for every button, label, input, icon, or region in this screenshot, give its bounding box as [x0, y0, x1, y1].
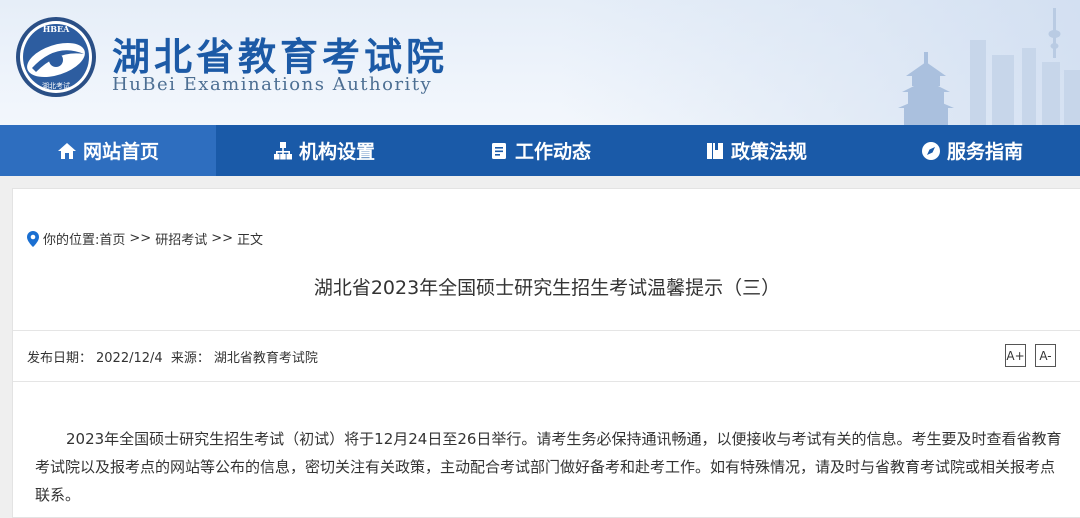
- header-banner: HBEA 湖北考试 湖北省教育考试院 HuBei Examinations Au…: [0, 0, 1080, 125]
- nav-item-label: 网站首页: [82, 141, 159, 163]
- site-subtitle: HuBei Examinations Authority: [112, 74, 433, 95]
- nav-item-label: 服务指南: [946, 141, 1023, 163]
- compass-icon: [921, 141, 940, 160]
- divider: [13, 330, 1080, 331]
- home-icon: [57, 142, 76, 159]
- breadcrumb-current: 正文: [237, 233, 264, 248]
- breadcrumb-separator: >>: [211, 231, 234, 246]
- nav-item-home[interactable]: 网站首页: [0, 125, 216, 176]
- site-title[interactable]: 湖北省教育考试院: [112, 26, 448, 81]
- breadcrumb-category-link[interactable]: 研招考试: [155, 229, 207, 248]
- hbea-logo-icon[interactable]: HBEA 湖北考试: [14, 14, 98, 100]
- nav-item-work-news[interactable]: 工作动态: [432, 125, 648, 176]
- article-body-paragraph: 2023年全国硕士研究生招生考试（初试）将于12月24日至26日举行。请考生务必…: [35, 430, 1062, 504]
- breadcrumb-prefix: 你的位置:: [43, 233, 100, 248]
- breadcrumb-home-link[interactable]: 首页: [99, 229, 125, 248]
- source-label: 来源：: [170, 351, 210, 366]
- nav-item-organization[interactable]: 机构设置: [216, 125, 432, 176]
- nav-item-service-guide[interactable]: 服务指南: [864, 125, 1080, 176]
- nav-item-label: 机构设置: [298, 141, 375, 163]
- source-value: 湖北省教育考试院: [213, 351, 318, 366]
- main-nav: 网站首页 机构设置 工作动态 政策法规 服务指南: [0, 125, 1080, 176]
- article-meta: 发布日期： 2022/12/4 来源： 湖北省教育考试院: [27, 347, 322, 366]
- article-card: 你的位置: 首页 >> 研招考试 >> 正文 湖北省2023年全国硕士研究生招生…: [12, 188, 1080, 518]
- nav-item-label: 政策法规: [730, 141, 807, 163]
- emblem-text: HBEA: [43, 24, 70, 34]
- nav-item-label: 工作动态: [514, 141, 591, 163]
- breadcrumb: 你的位置: 首页 >> 研招考试 >> 正文: [27, 229, 263, 248]
- breadcrumb-separator: >>: [129, 231, 152, 246]
- font-decrease-button[interactable]: A-: [1035, 344, 1056, 367]
- org-chart-icon: [273, 141, 292, 159]
- article-title: 湖北省2023年全国硕士研究生招生考试温馨提示（三）: [313, 277, 781, 299]
- document-icon: [491, 142, 506, 159]
- emblem-caption: 湖北考试: [42, 81, 70, 90]
- location-pin-icon: [27, 230, 39, 247]
- nav-item-policies[interactable]: 政策法规: [648, 125, 864, 176]
- book-icon: [706, 142, 723, 159]
- divider: [13, 381, 1080, 382]
- publish-date-label: 发布日期：: [27, 351, 93, 366]
- font-increase-button[interactable]: A+: [1005, 344, 1026, 367]
- publish-date: 2022/12/4: [96, 351, 163, 366]
- skyline-illustration: [898, 8, 1080, 125]
